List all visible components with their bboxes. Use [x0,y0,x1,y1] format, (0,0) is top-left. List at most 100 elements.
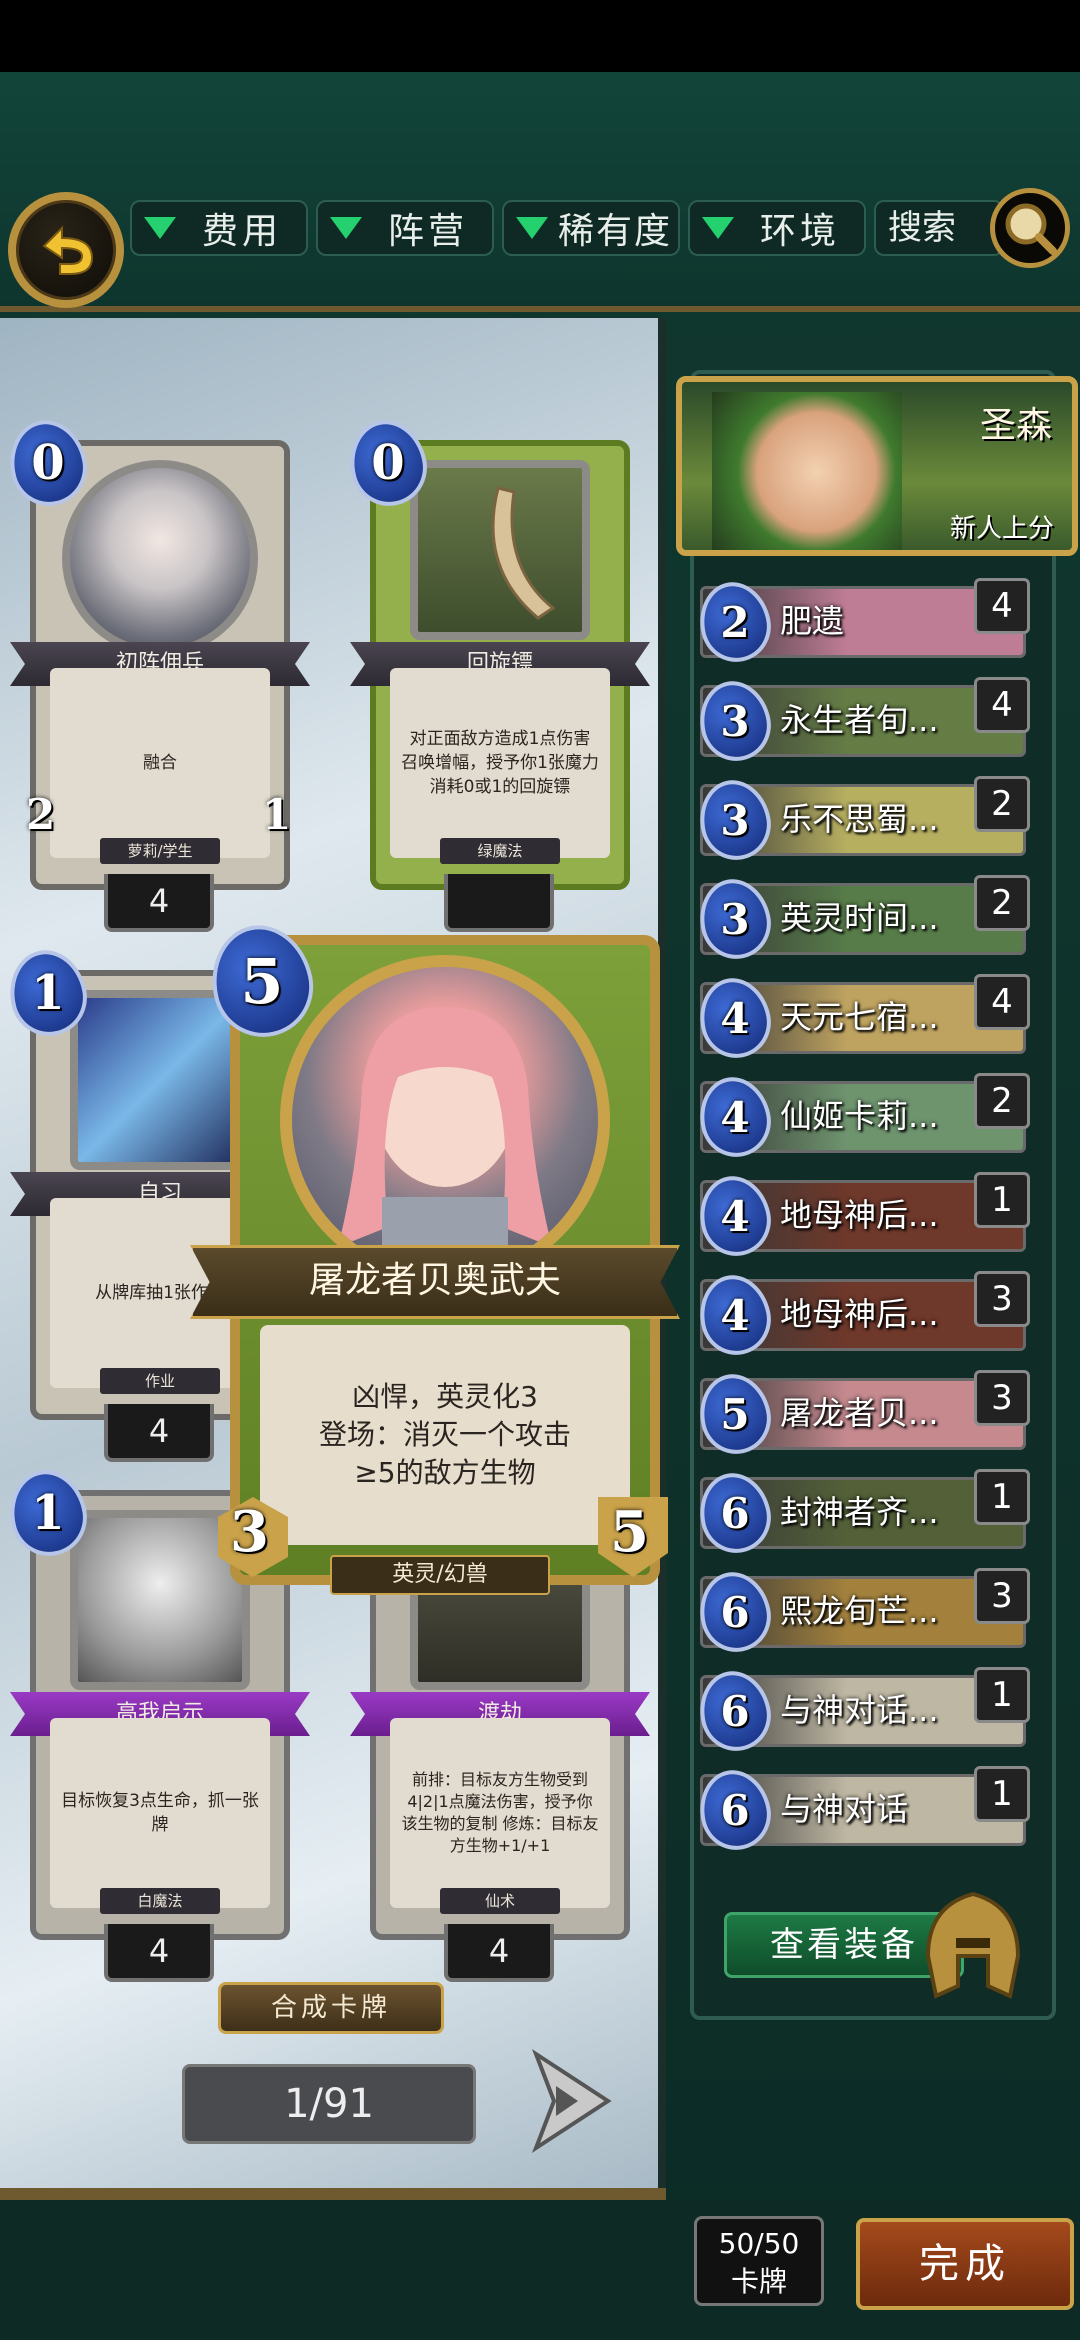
done-button[interactable]: 完成 [856,2218,1074,2310]
page-indicator: 1/91 [182,2064,476,2144]
deck-item-count: 1 [974,1667,1030,1723]
health-value: 5 [610,1499,649,1565]
deck-item-name: 屠龙者贝... [780,1394,939,1432]
back-arrow-icon [42,225,94,275]
card-type-tag: 绿魔法 [440,838,560,864]
search-button[interactable] [990,188,1070,268]
mana-cost-gem: 0 [341,413,435,513]
mana-cost-gem: 4 [692,1070,778,1164]
deck-item-count: 4 [974,578,1030,634]
faction-filter-label: 阵营 [388,211,469,252]
helmet-icon [925,1891,1021,1999]
rarity-filter[interactable]: 稀有度 [502,200,680,256]
deck-item-name: 熙龙旬芒... [780,1592,939,1630]
collection-card[interactable]: 回旋镖 对正面敌方造成1点伤害 召唤增幅，授予你1张魔力消耗0或1的回旋镖 绿魔… [340,413,650,932]
leader-name: 圣森 [979,405,1052,446]
deck-item-name: 永生者旬... [780,701,939,739]
card-name: 屠龙者贝奥武夫 [190,1245,680,1319]
craft-card-button[interactable]: 合成卡牌 [218,1982,444,2034]
character-portrait [338,1007,552,1273]
mana-cost-gem: 3 [692,773,778,867]
deck-card-list[interactable]: 2 肥遗 4 3 永生者旬... 4 3 乐不思蜀... 2 3 英灵时间... 2 4 天元七宿... 4… [692,576,1036,1856]
card-count: 4 [104,1924,214,1982]
deck-list-item[interactable]: 6 封神者齐... 1 [692,1466,1036,1560]
card-text: 对正面敌方造成1点伤害 召唤增幅，授予你1张魔力消耗0或1的回旋镖 [390,668,610,858]
card-count: 4 [104,874,214,932]
faction-filter[interactable]: 阵营 [316,200,494,256]
deck-item-count: 2 [974,875,1030,931]
leader-banner[interactable]: 圣森 新人上分 [676,376,1078,556]
deck-item-name: 地母神后... [780,1196,939,1234]
deck-list-item[interactable]: 6 熙龙旬芒... 3 [692,1565,1036,1659]
environment-filter[interactable]: 环境 [688,200,866,256]
deck-list-item[interactable]: 5 屠龙者贝... 3 [692,1367,1036,1461]
next-page-button[interactable] [526,2046,618,2156]
deck-list-item[interactable]: 4 天元七宿... 4 [692,971,1036,1065]
card-text-line: ≥5的敌方生物 [354,1456,536,1489]
deck-item-name: 天元七宿... [780,998,939,1036]
rarity-filter-label: 稀有度 [558,211,673,252]
deck-list-item[interactable]: 6 与神对话 1 [692,1763,1036,1856]
deck-item-count: 1 [974,1766,1030,1822]
mana-cost-gem: 5 [201,915,323,1047]
leader-portrait [712,392,902,550]
featured-card-preview[interactable]: 屠龙者贝奥武夫 凶悍，英灵化3 登场：消灭一个攻击 ≥5的敌方生物 英灵/幻兽 … [190,905,680,1605]
deck-list-item[interactable]: 3 英灵时间... 2 [692,872,1036,966]
deck-item-count: 1 [974,1469,1030,1525]
deck-item-name: 封神者齐... [780,1493,939,1531]
deck-count-box: 50/50 卡牌 [694,2216,824,2306]
mana-cost-gem: 6 [692,1763,778,1856]
deck-list-item[interactable]: 4 地母神后... 1 [692,1169,1036,1263]
back-button[interactable] [8,192,124,308]
deck-count-value: 50/50 [718,2227,800,2260]
mana-cost-gem: 6 [692,1466,778,1560]
deck-item-name: 肥遗 [780,602,845,640]
deck-item-count: 3 [974,1568,1030,1624]
card-type-tag: 萝莉/学生 [100,838,220,864]
deck-item-count: 2 [974,776,1030,832]
magnifier-icon [1005,203,1057,255]
mana-cost-gem: 0 [1,413,95,513]
deck-list-item[interactable]: 6 与神对话... 1 [692,1664,1036,1758]
cost-filter[interactable]: 费用 [130,200,308,256]
card-type-tag: 英灵/幻兽 [330,1555,550,1595]
deck-item-count: 4 [974,677,1030,733]
mana-cost-gem: 6 [692,1565,778,1659]
environment-filter-label: 环境 [760,211,841,252]
deck-count-label: 卡牌 [730,2265,787,2298]
health-value: 1 [262,790,292,839]
card-type-tag: 白魔法 [100,1888,220,1914]
card-text-line: 凶悍，英灵化3 [352,1380,538,1413]
deck-list-item[interactable]: 4 仙姬卡莉... 2 [692,1070,1036,1164]
collection-card[interactable]: 初阵佣兵 融合 萝莉/学生 4 0 2 1 [0,413,310,932]
deck-item-name: 与神对话 [780,1790,909,1828]
attack-value: 3 [230,1499,269,1565]
card-text: 融合 [50,668,270,858]
mana-cost-gem: 4 [692,1169,778,1263]
card-count: 4 [104,1404,214,1462]
mana-cost-gem: 6 [692,1664,778,1758]
deck-item-name: 仙姬卡莉... [780,1097,939,1135]
deck-item-count: 3 [974,1370,1030,1426]
mana-cost-gem: 4 [692,1268,778,1362]
deck-list-item[interactable]: 2 肥遗 4 [692,576,1036,669]
chevron-right-icon [531,2048,612,2154]
mana-cost-gem: 1 [1,1463,95,1563]
deck-list-item[interactable]: 3 永生者旬... 4 [692,674,1036,768]
card-text-line: 登场：消灭一个攻击 [318,1418,571,1451]
deck-list-item[interactable]: 4 地母神后... 3 [692,1268,1036,1362]
dropdown-triangle-icon [330,217,362,239]
dropdown-triangle-icon [144,217,176,239]
search-input[interactable]: 搜索 [874,200,1004,256]
deck-list-item[interactable]: 3 乐不思蜀... 2 [692,773,1036,867]
boomerang-art-icon [491,486,556,620]
mana-cost-gem: 4 [692,971,778,1065]
card-art [62,460,258,656]
card-art [410,460,590,640]
status-bar [0,0,1080,72]
mana-cost-gem: 3 [692,872,778,966]
card-text: 前排：目标友方生物受到4|2|1点魔法伤害，授予你该生物的复制 修炼：目标友方生… [390,1718,610,1908]
deck-item-count: 4 [974,974,1030,1030]
mana-cost-gem: 2 [692,576,778,669]
filter-bar [0,72,1080,312]
